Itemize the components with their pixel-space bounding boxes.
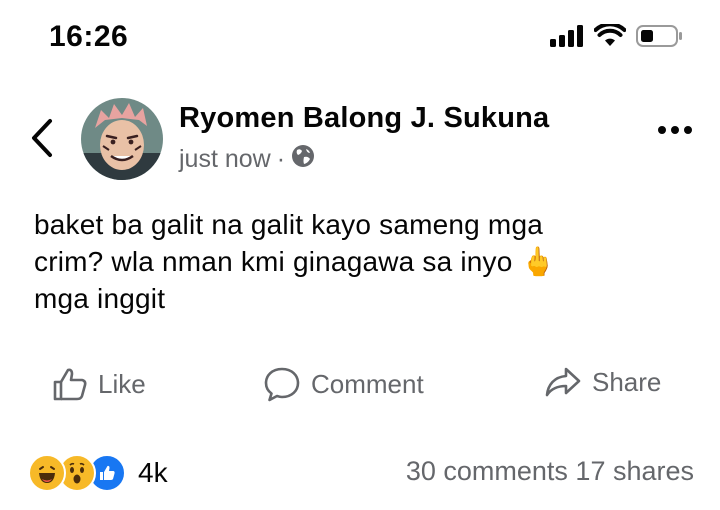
globe-icon xyxy=(291,144,315,175)
post-footer: 4k 30 comments 17 shares xyxy=(0,448,720,498)
like-button[interactable]: Like xyxy=(52,366,146,402)
comment-label: Comment xyxy=(311,368,424,399)
wifi-icon xyxy=(593,22,627,53)
post-text-line: crim? wla nman kmi ginagawa sa inyo 🖕 xyxy=(34,246,556,277)
haha-reaction-icon xyxy=(28,454,66,492)
like-label: Like xyxy=(98,368,146,399)
post-header: Ryomen Balong J. Sukuna just now · xyxy=(0,96,720,186)
post-meta: just now · xyxy=(179,144,315,175)
status-icons xyxy=(550,22,684,53)
reaction-summary[interactable]: 4k xyxy=(28,454,168,492)
battery-icon xyxy=(636,24,684,53)
dot xyxy=(671,126,679,134)
post-actions: Like Comment Share xyxy=(0,360,720,416)
back-button[interactable] xyxy=(22,116,62,160)
thumbs-up-icon xyxy=(53,368,87,401)
share-arrow-icon xyxy=(545,367,581,397)
comment-bubble-icon xyxy=(264,367,300,402)
status-time: 16:26 xyxy=(49,20,129,53)
post-text-line: baket ba galit na galit kayo sameng mga xyxy=(34,209,543,240)
post-text-line: mga inggit xyxy=(34,283,166,314)
post-text: baket ba galit na galit kayo sameng mga … xyxy=(34,206,674,317)
author-name[interactable]: Ryomen Balong J. Sukuna xyxy=(179,102,549,135)
dot xyxy=(684,126,692,134)
post-timestamp[interactable]: just now xyxy=(179,145,271,174)
status-bar: 16:26 xyxy=(0,0,720,80)
share-button[interactable]: Share xyxy=(544,366,661,398)
avatar[interactable] xyxy=(81,98,163,180)
cellular-signal-icon xyxy=(550,25,584,52)
comment-button[interactable]: Comment xyxy=(263,366,424,402)
reaction-count: 4k xyxy=(138,457,168,488)
comments-shares-count[interactable]: 30 comments 17 shares xyxy=(406,456,694,487)
dot xyxy=(658,126,666,134)
more-options-button[interactable] xyxy=(658,126,692,134)
meta-separator: · xyxy=(276,145,286,173)
chevron-left-icon xyxy=(32,119,52,157)
share-label: Share xyxy=(592,366,662,397)
